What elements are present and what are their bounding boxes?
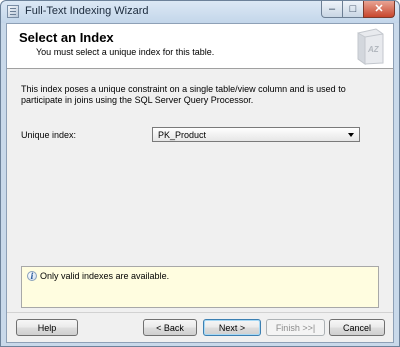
chevron-down-icon bbox=[348, 133, 354, 137]
help-button[interactable]: Help bbox=[16, 319, 78, 336]
info-icon: i bbox=[27, 271, 37, 281]
index-description: This index poses a unique constraint on … bbox=[21, 84, 346, 105]
window-title: Full-Text Indexing Wizard bbox=[25, 5, 149, 17]
minimize-button[interactable]: – bbox=[321, 1, 343, 18]
button-bar: Help < Back Next > Finish >>| Cancel bbox=[7, 312, 393, 343]
finish-button[interactable]: Finish >>| bbox=[266, 319, 325, 336]
page-header: Select an Index You must select a unique… bbox=[7, 24, 393, 69]
unique-index-label: Unique index: bbox=[21, 130, 77, 140]
wizard-window: Full-Text Indexing Wizard – □ ✕ Select a… bbox=[0, 0, 400, 347]
maximize-button[interactable]: □ bbox=[342, 1, 364, 18]
back-button[interactable]: < Back bbox=[143, 319, 197, 336]
cancel-button[interactable]: Cancel bbox=[329, 319, 385, 336]
next-button[interactable]: Next > bbox=[203, 319, 261, 336]
message-text: Only valid indexes are available. bbox=[40, 271, 170, 281]
unique-index-value: PK_Product bbox=[158, 130, 207, 140]
page-subtitle: You must select a unique index for this … bbox=[36, 47, 215, 57]
close-button[interactable]: ✕ bbox=[363, 1, 395, 18]
page-title: Select an Index bbox=[19, 30, 114, 45]
svg-text:AZ: AZ bbox=[367, 45, 380, 54]
app-icon bbox=[7, 5, 19, 18]
wizard-page: Select an Index You must select a unique… bbox=[6, 23, 394, 343]
unique-index-dropdown[interactable]: PK_Product bbox=[152, 127, 360, 142]
book-az-icon: AZ bbox=[357, 28, 384, 65]
message-panel: i Only valid indexes are available. bbox=[21, 266, 379, 308]
title-bar[interactable]: Full-Text Indexing Wizard – □ ✕ bbox=[1, 1, 399, 23]
